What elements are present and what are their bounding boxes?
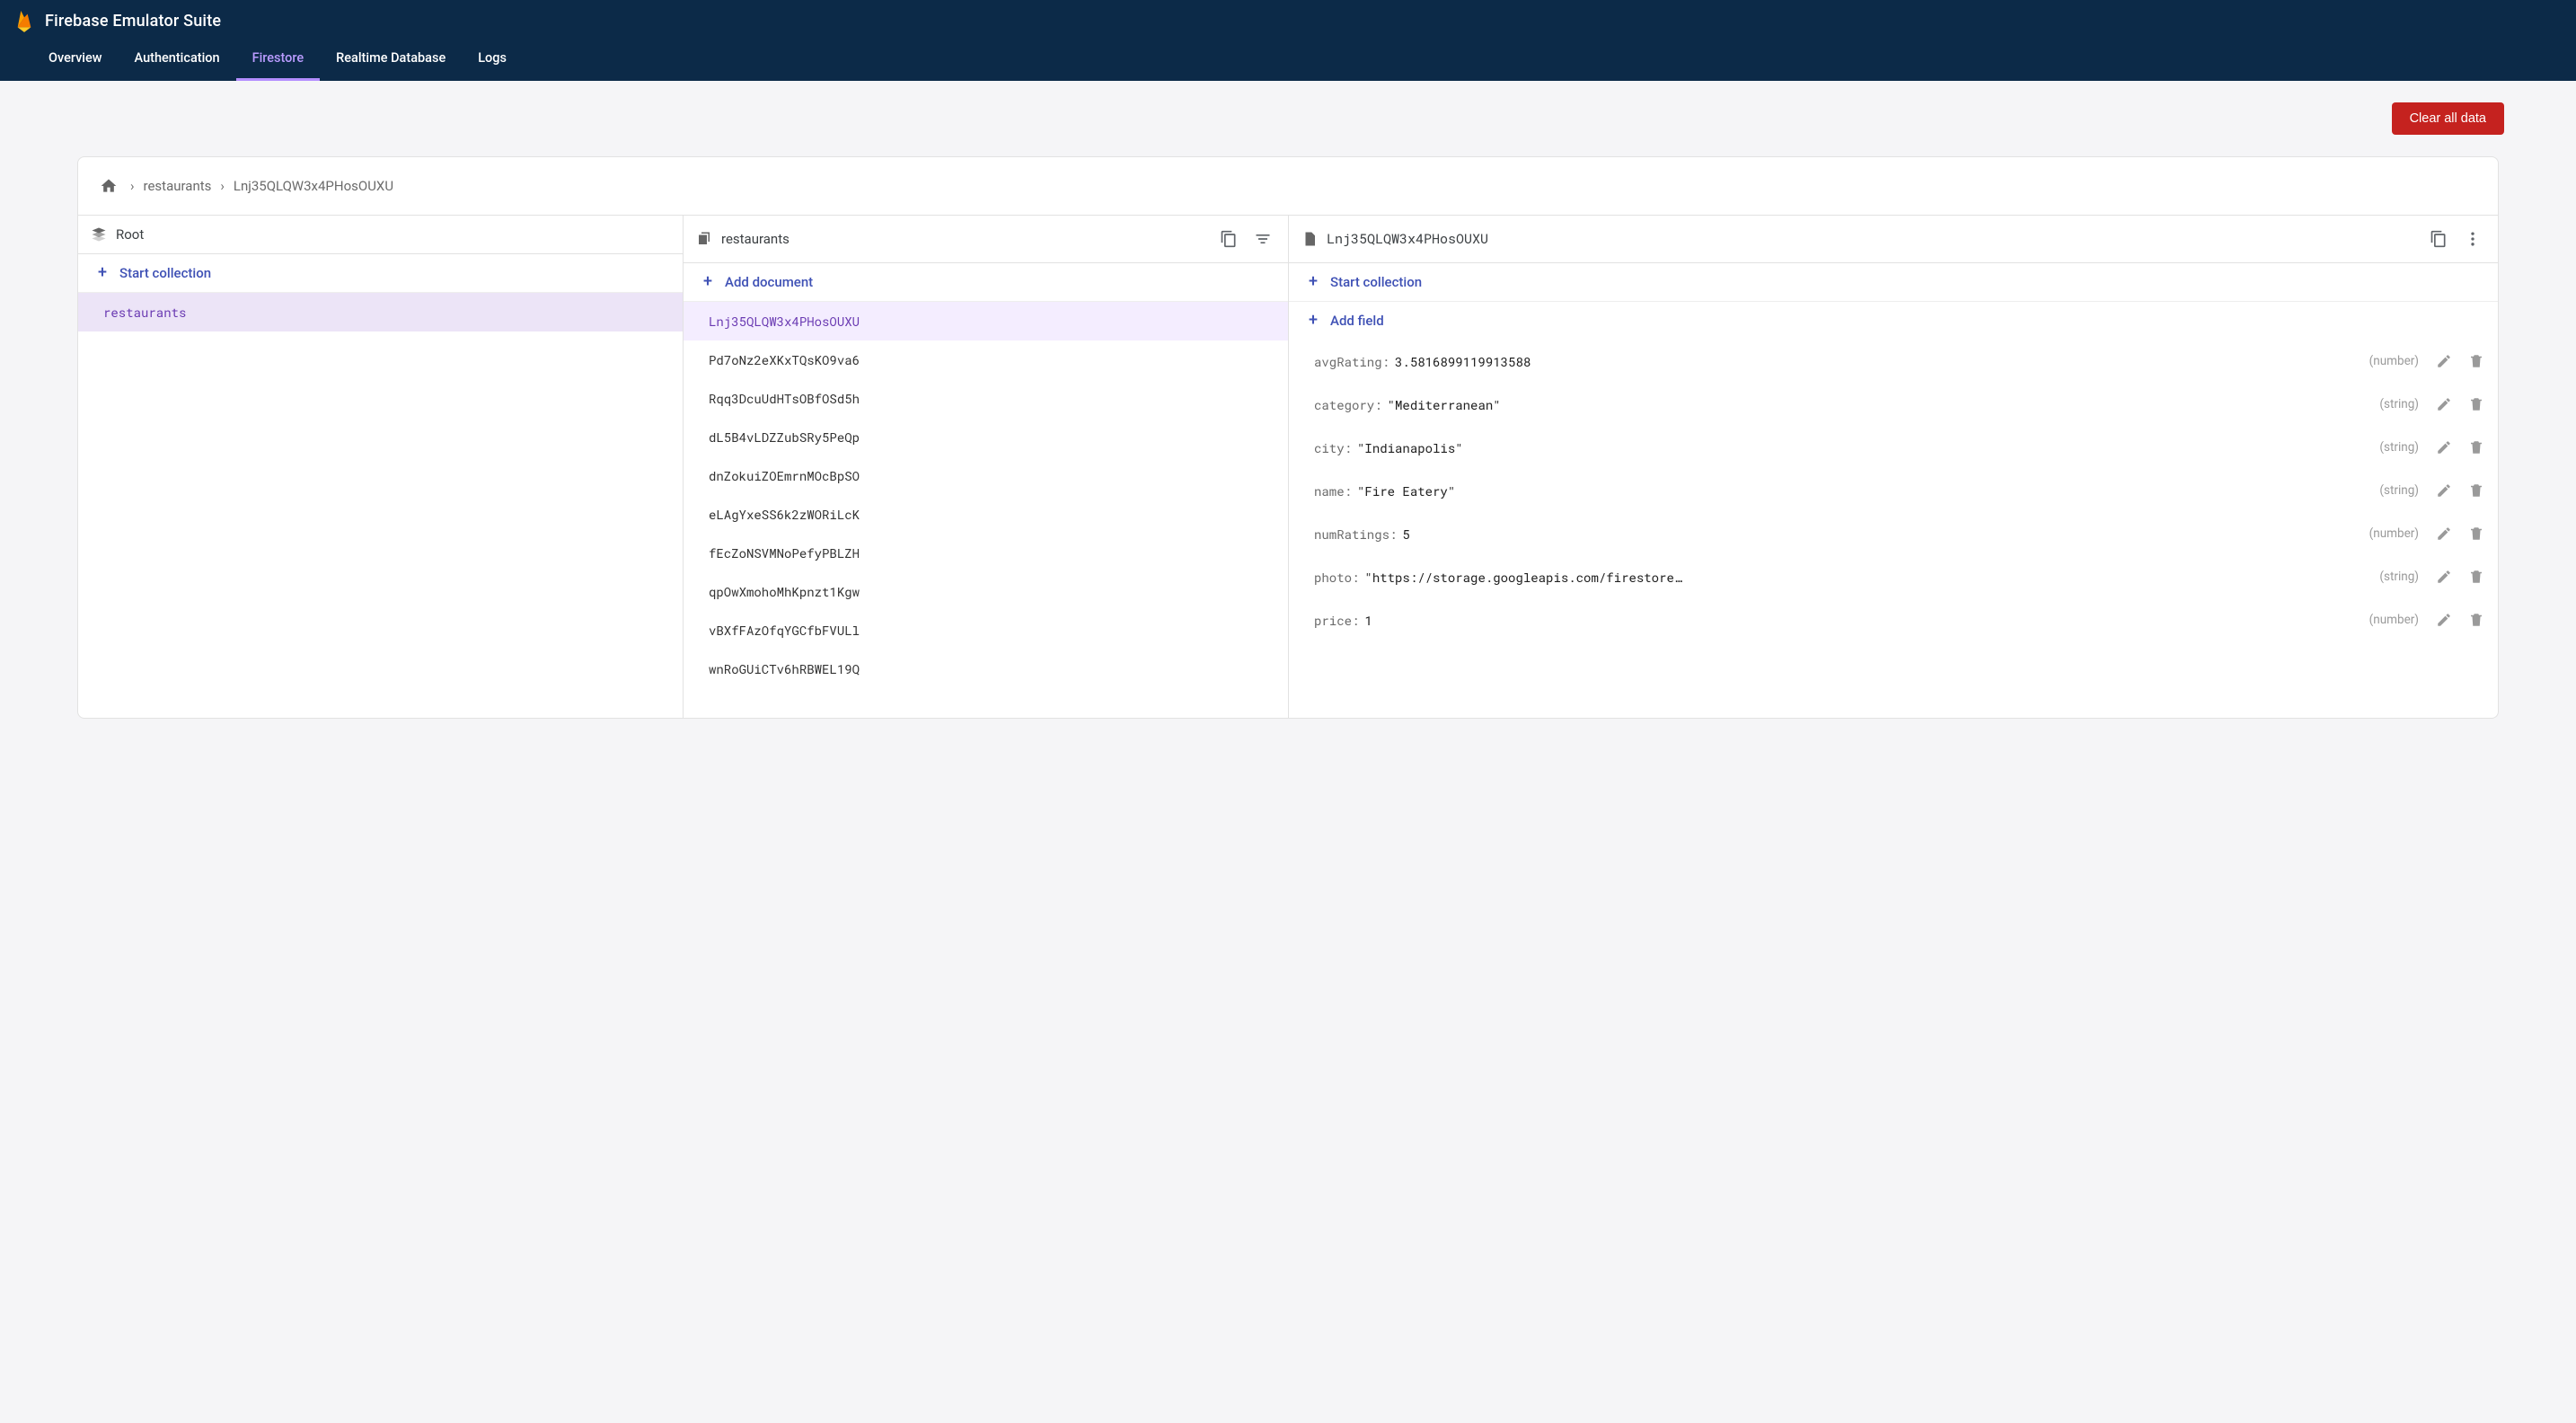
documents-column: restaurants + Add document Lnj35QLQW3x4P… — [684, 216, 1289, 718]
field-row: numRatings: 5 (number) — [1289, 512, 2498, 555]
add-document-label: Add document — [725, 274, 813, 290]
field-type: (string) — [2379, 570, 2419, 584]
plus-icon: + — [1305, 274, 1321, 290]
document-icon — [1301, 231, 1318, 247]
tab-realtime-database[interactable]: Realtime Database — [320, 38, 462, 81]
copy-icon[interactable] — [1216, 226, 1241, 252]
firestore-panel: › restaurants › Lnj35QLQW3x4PHosOUXU Roo… — [77, 156, 2499, 719]
copy-icon[interactable] — [2426, 226, 2451, 252]
fields-list: avgRating: 3.5816899119913588 (number) cat… — [1289, 340, 2498, 641]
edit-icon[interactable] — [2431, 478, 2457, 503]
plus-icon: + — [94, 265, 110, 281]
field-row: price: 1 (number) — [1289, 598, 2498, 641]
field-key: name: — [1314, 482, 1352, 499]
document-row[interactable]: dnZokuiZOEmrnMOcBpSO — [684, 456, 1288, 495]
field-type: (string) — [2379, 483, 2419, 498]
field-key: numRatings: — [1314, 526, 1397, 543]
breadcrumb: › restaurants › Lnj35QLQW3x4PHosOUXU — [78, 157, 2498, 215]
field-key: photo: — [1314, 569, 1359, 586]
document-row[interactable]: eLAgYxeSS6k2zWORiLcK — [684, 495, 1288, 534]
delete-icon[interactable] — [2464, 521, 2489, 546]
start-subcollection-label: Start collection — [1330, 274, 1422, 290]
tab-firestore[interactable]: Firestore — [236, 38, 321, 81]
firebase-logo-icon — [14, 9, 34, 32]
collection-title: restaurants — [721, 231, 1207, 247]
tab-logs[interactable]: Logs — [462, 38, 523, 81]
app-header: Firebase Emulator Suite OverviewAuthenti… — [0, 0, 2576, 81]
document-row[interactable]: vBXfFAzOfqYGCfbFVULl — [684, 611, 1288, 650]
delete-icon[interactable] — [2464, 392, 2489, 417]
breadcrumb-collection[interactable]: restaurants — [144, 178, 212, 194]
edit-icon[interactable] — [2431, 521, 2457, 546]
start-subcollection-button[interactable]: + Start collection — [1289, 263, 2498, 302]
document-row[interactable]: fEcZoNSVMNoPefyPBLZH — [684, 534, 1288, 572]
add-field-label: Add field — [1330, 313, 1384, 329]
edit-icon[interactable] — [2431, 392, 2457, 417]
field-value: "Fire Eatery" — [1357, 482, 1455, 499]
collection-icon — [696, 231, 712, 247]
start-collection-button[interactable]: + Start collection — [78, 254, 683, 293]
field-row: city: "Indianapolis" (string) — [1289, 426, 2498, 469]
field-row: photo: "https://storage.googleapis.com/f… — [1289, 555, 2498, 598]
document-row[interactable]: dL5B4vLDZZubSRy5PeQp — [684, 418, 1288, 456]
database-icon — [91, 226, 107, 243]
documents-list: Lnj35QLQW3x4PHosOUXUPd7oNz2eXKxTQsKO9va6… — [684, 302, 1288, 688]
field-type: (number) — [2369, 613, 2419, 627]
field-row: name: "Fire Eatery" (string) — [1289, 469, 2498, 512]
collections-column: Root + Start collection restaurants — [78, 216, 684, 718]
delete-icon[interactable] — [2464, 478, 2489, 503]
nav-tabs: OverviewAuthenticationFirestoreRealtime … — [0, 38, 2576, 81]
delete-icon[interactable] — [2464, 607, 2489, 632]
collections-list: restaurants — [78, 293, 683, 331]
field-type: (number) — [2369, 354, 2419, 368]
delete-icon[interactable] — [2464, 349, 2489, 374]
document-row[interactable]: Rqq3DcuUdHTsOBfOSd5h — [684, 379, 1288, 418]
delete-icon[interactable] — [2464, 435, 2489, 460]
collection-row[interactable]: restaurants — [78, 293, 683, 331]
field-value: 5 — [1402, 526, 1409, 543]
document-title: Lnj35QLQW3x4PHosOUXU — [1327, 230, 2417, 248]
document-row[interactable]: wnRoGUiCTv6hRBWEL19Q — [684, 650, 1288, 688]
filter-icon[interactable] — [1250, 226, 1275, 252]
document-row[interactable]: qpOwXmohoMhKpnzt1Kgw — [684, 572, 1288, 611]
chevron-right-icon: › — [130, 178, 135, 194]
plus-icon: + — [1305, 313, 1321, 329]
field-type: (string) — [2379, 397, 2419, 411]
field-row: category: "Mediterranean" (string) — [1289, 383, 2498, 426]
edit-icon[interactable] — [2431, 435, 2457, 460]
document-row[interactable]: Lnj35QLQW3x4PHosOUXU — [684, 302, 1288, 340]
breadcrumb-document[interactable]: Lnj35QLQW3x4PHosOUXU — [234, 178, 393, 194]
field-key: price: — [1314, 612, 1359, 629]
tab-overview[interactable]: Overview — [32, 38, 119, 81]
document-row[interactable]: Pd7oNz2eXKxTQsKO9va6 — [684, 340, 1288, 379]
add-document-button[interactable]: + Add document — [684, 263, 1288, 302]
field-value: "Indianapolis" — [1357, 439, 1463, 456]
field-row: avgRating: 3.5816899119913588 (number) — [1289, 340, 2498, 383]
fields-column: Lnj35QLQW3x4PHosOUXU + Start collection … — [1289, 216, 2498, 718]
start-collection-label: Start collection — [119, 265, 211, 281]
field-key: category: — [1314, 396, 1382, 413]
field-key: city: — [1314, 439, 1352, 456]
edit-icon[interactable] — [2431, 564, 2457, 589]
field-type: (string) — [2379, 440, 2419, 455]
field-value: 3.5816899119913588 — [1395, 353, 1531, 370]
more-icon[interactable] — [2460, 226, 2485, 252]
root-label: Root — [116, 226, 670, 243]
field-type: (number) — [2369, 526, 2419, 541]
plus-icon: + — [700, 274, 716, 290]
app-title: Firebase Emulator Suite — [45, 12, 221, 31]
field-value: 1 — [1364, 612, 1372, 629]
delete-icon[interactable] — [2464, 564, 2489, 589]
edit-icon[interactable] — [2431, 349, 2457, 374]
field-value: "https://storage.googleapis.com/firestor… — [1364, 569, 1688, 586]
clear-all-data-button[interactable]: Clear all data — [2392, 102, 2504, 135]
edit-icon[interactable] — [2431, 607, 2457, 632]
tab-authentication[interactable]: Authentication — [119, 38, 236, 81]
field-value: "Mediterranean" — [1388, 396, 1501, 413]
action-bar: Clear all data — [0, 81, 2576, 146]
add-field-button[interactable]: + Add field — [1289, 302, 2498, 340]
field-key: avgRating: — [1314, 353, 1389, 370]
chevron-right-icon: › — [220, 178, 225, 194]
home-icon[interactable] — [96, 173, 121, 199]
